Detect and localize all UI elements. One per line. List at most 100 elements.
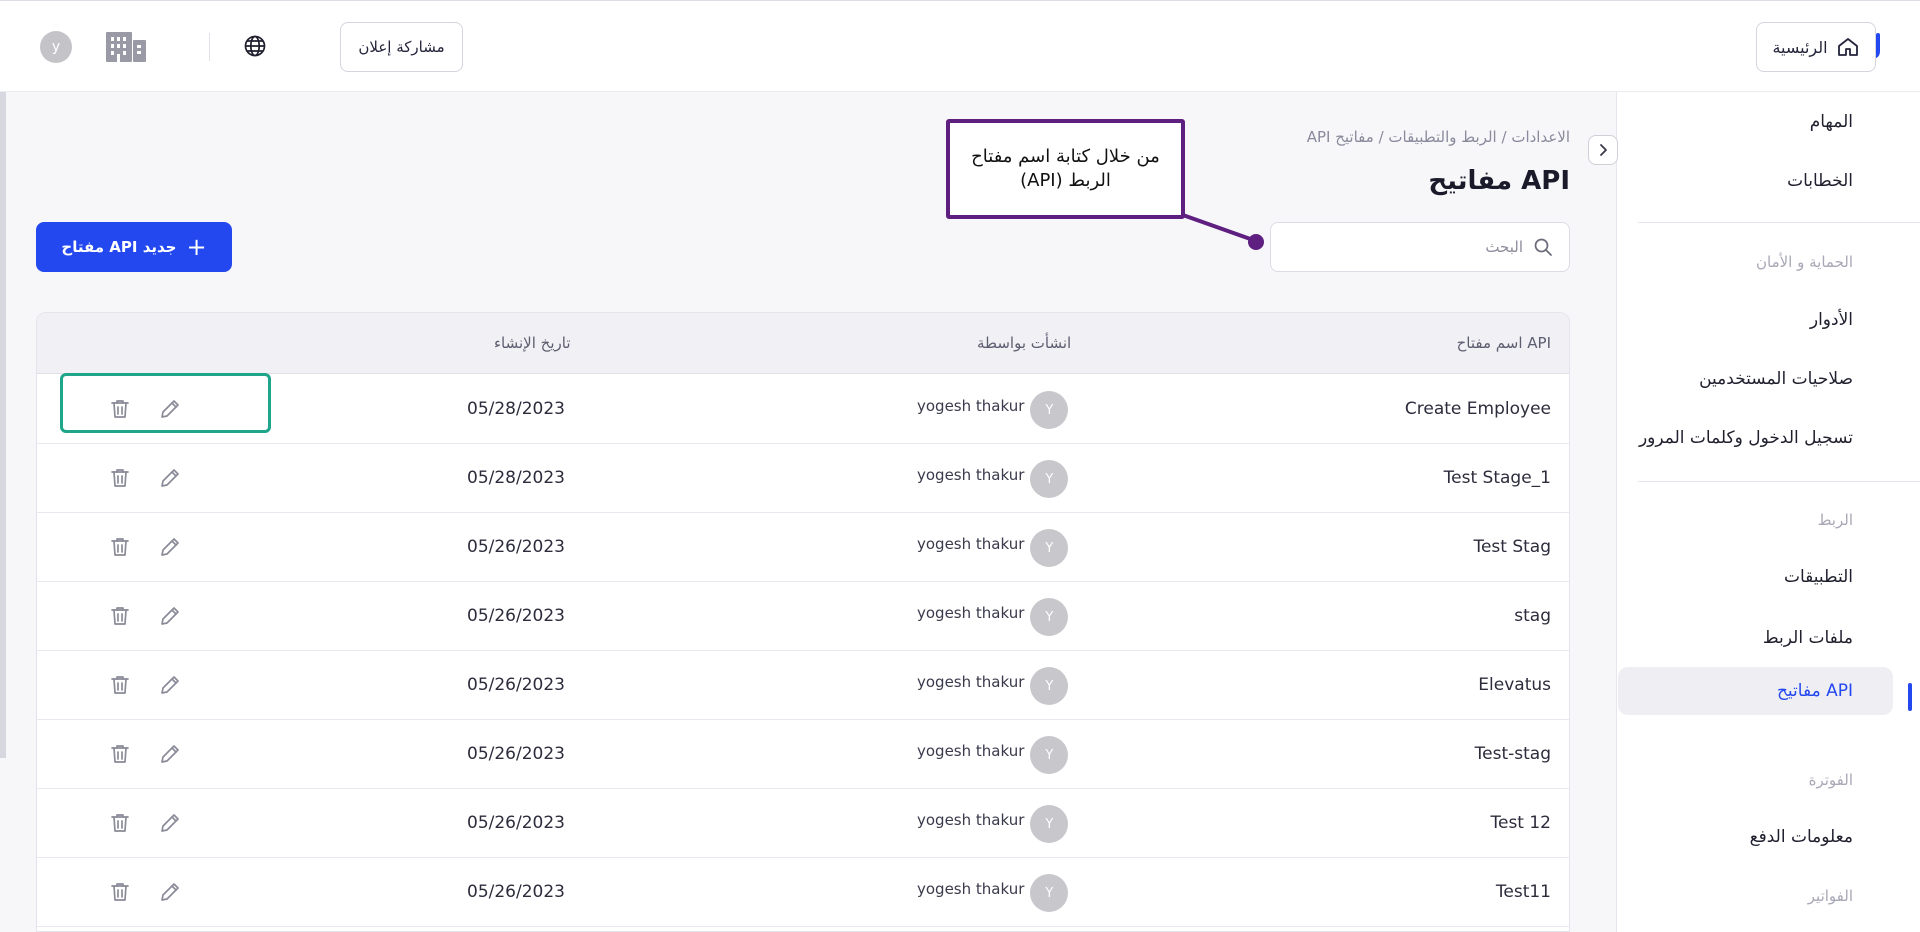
globe-icon[interactable] (243, 34, 267, 58)
table-header: اسم مفتاح API انشأت بواسطة تاريخ الإنشاء (37, 313, 1569, 374)
trash-icon[interactable] (107, 810, 133, 836)
creator-name: yogesh thakur (917, 880, 1025, 898)
sidebar-item-tasks[interactable]: المهام (1618, 98, 1893, 146)
trash-icon[interactable] (107, 465, 133, 491)
sidebar-item-integration-files[interactable]: ملفات الربط (1618, 614, 1893, 662)
sidebar-divider (1638, 222, 1920, 223)
api-key-name: stag (1514, 606, 1551, 626)
pencil-icon[interactable] (157, 465, 183, 491)
created-date: 05/28/2023 (467, 468, 565, 488)
creator-name: yogesh thakur (917, 466, 1025, 484)
creator-name: yogesh thakur (917, 742, 1025, 760)
created-date: 05/26/2023 (467, 606, 565, 626)
created-by-cell: yogesh thakur Y (917, 736, 1069, 774)
pencil-icon[interactable] (157, 534, 183, 560)
creator-avatar: Y (1030, 460, 1069, 498)
table-row: stag yogesh thakur Y 05/26/2023 (37, 582, 1569, 651)
sidebar-item-roles[interactable]: الأدوار (1618, 296, 1893, 344)
api-key-name: Elevatus (1478, 675, 1551, 695)
created-by-cell: yogesh thakur Y (917, 805, 1069, 843)
created-date: 05/26/2023 (467, 537, 565, 557)
scroll-strip[interactable] (0, 92, 6, 758)
creator-avatar: Y (1030, 874, 1069, 912)
user-avatar[interactable]: y (40, 31, 72, 63)
created-by-cell: yogesh thakur Y (917, 874, 1069, 912)
trash-icon[interactable] (107, 672, 133, 698)
creator-avatar: Y (1030, 391, 1069, 429)
creator-name: yogesh thakur (917, 811, 1025, 829)
top-bar: الرئيسية مشاركة إعلان y (0, 0, 1920, 92)
api-key-name: Test-stag (1474, 744, 1551, 764)
table-row: Test Stag yogesh thakur Y 05/26/2023 (37, 513, 1569, 582)
chevron-right-icon (1600, 144, 1607, 156)
search-icon (1534, 238, 1552, 256)
column-header-created-at: تاريخ الإنشاء (494, 334, 571, 352)
plus-icon: + (186, 233, 207, 261)
breadcrumb: الاعدادات / الربط والتطبيقات / مفاتيح AP… (1306, 128, 1570, 146)
table-row: Test11 yogesh thakur Y 05/26/2023 (37, 858, 1569, 927)
creator-avatar: Y (1030, 598, 1069, 636)
sidebar-item-user-permissions[interactable]: صلاحيات المستخدمين (1618, 355, 1893, 403)
search-input[interactable] (1303, 238, 1523, 256)
building-icon[interactable] (104, 30, 148, 62)
created-by-cell: yogesh thakur Y (917, 667, 1069, 705)
created-by-cell: yogesh thakur Y (917, 529, 1069, 567)
pencil-icon[interactable] (157, 672, 183, 698)
sidebar-heading-invoices: الفواتير (1807, 887, 1853, 905)
settings-sidebar (1616, 92, 1920, 932)
api-key-name: Test Stag (1473, 537, 1551, 557)
sidebar-divider (1638, 481, 1920, 482)
created-by-cell: yogesh thakur Y (917, 460, 1069, 498)
home-icon (1837, 38, 1858, 56)
table-row: Test Stage_1 yogesh thakur Y 05/28/2023 (37, 444, 1569, 513)
sidebar-heading-billing: الفوترة (1808, 771, 1853, 789)
sidebar-item-api-keys[interactable]: مفاتيح API (1618, 667, 1893, 715)
pencil-icon[interactable] (157, 741, 183, 767)
created-by-cell: yogesh thakur Y (917, 391, 1069, 429)
page-title: مفاتيح API (1428, 166, 1570, 196)
trash-icon[interactable] (107, 741, 133, 767)
sidebar-item-payment-info[interactable]: معلومات الدفع (1618, 813, 1893, 861)
table-row: Test-stag yogesh thakur Y 05/26/2023 (37, 720, 1569, 789)
sidebar-active-indicator (1908, 683, 1912, 711)
creator-avatar: Y (1030, 805, 1069, 843)
created-by-cell: yogesh thakur Y (917, 598, 1069, 636)
sidebar-heading-integration: الربط (1817, 511, 1853, 529)
creator-avatar: Y (1030, 667, 1069, 705)
sidebar-heading-security: الحماية و الأمان (1755, 253, 1853, 271)
sidebar-item-apps[interactable]: التطبيقات (1618, 553, 1893, 601)
created-date: 05/26/2023 (467, 813, 565, 833)
api-key-name: Test Stage_1 (1443, 468, 1551, 488)
trash-icon[interactable] (107, 879, 133, 905)
created-date: 05/26/2023 (467, 882, 565, 902)
pencil-icon[interactable] (157, 603, 183, 629)
table-row: Elevatus yogesh thakur Y 05/26/2023 (37, 651, 1569, 720)
creator-name: yogesh thakur (917, 397, 1025, 415)
share-ad-button[interactable]: مشاركة إعلان (340, 22, 463, 72)
new-api-key-button[interactable]: مفتاح API جديد + (36, 222, 232, 272)
sidebar-item-letters[interactable]: الخطابات (1618, 157, 1893, 205)
created-date: 05/28/2023 (467, 399, 565, 419)
trash-icon[interactable] (107, 603, 133, 629)
creator-name: yogesh thakur (917, 604, 1025, 622)
trash-icon[interactable] (107, 534, 133, 560)
api-key-name: Test 12 (1490, 813, 1551, 833)
creator-name: yogesh thakur (917, 673, 1025, 691)
home-button[interactable]: الرئيسية (1756, 22, 1876, 72)
pencil-icon[interactable] (157, 879, 183, 905)
creator-name: yogesh thakur (917, 535, 1025, 553)
tutorial-callout: من خلال كتابة اسم مفتاح الربط (API) (946, 119, 1185, 219)
column-header-created-by: انشأت بواسطة (977, 334, 1072, 352)
sidebar-item-login-passwords[interactable]: تسجيل الدخول وكلمات المرور (1618, 414, 1893, 462)
pencil-icon[interactable] (157, 810, 183, 836)
highlight-actions-box (60, 373, 271, 433)
new-api-key-label: مفتاح API جديد (61, 238, 177, 256)
search-box (1270, 222, 1570, 272)
topbar-divider (209, 33, 210, 61)
creator-avatar: Y (1030, 736, 1069, 774)
creator-avatar: Y (1030, 529, 1069, 567)
created-date: 05/26/2023 (467, 675, 565, 695)
sidebar-collapse-button[interactable] (1588, 135, 1618, 165)
column-header-name: اسم مفتاح API (1456, 334, 1551, 352)
api-key-name: Create Employee (1404, 399, 1551, 419)
